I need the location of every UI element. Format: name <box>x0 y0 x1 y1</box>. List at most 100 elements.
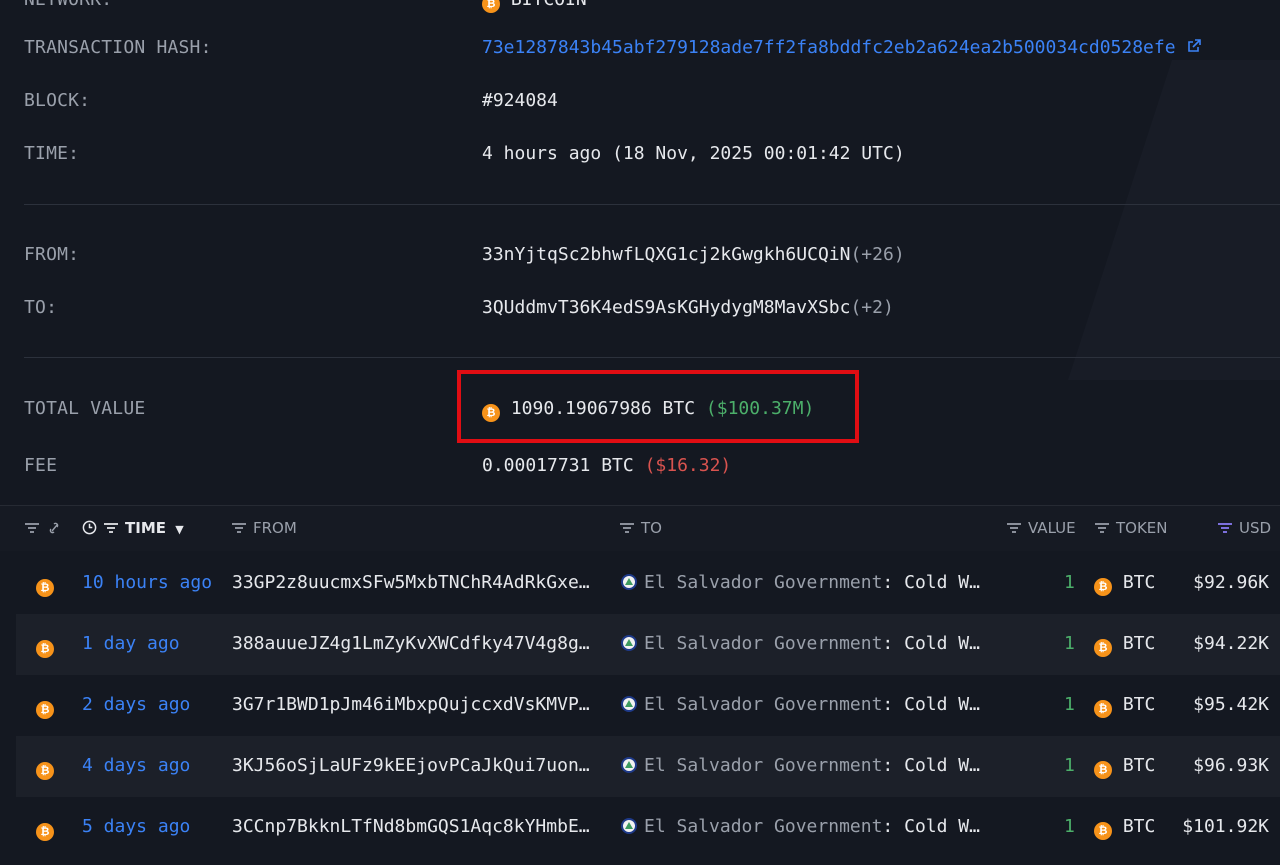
to-extra-count[interactable]: (+2) <box>850 297 893 318</box>
row-to[interactable]: El Salvador Government: Cold W… <box>620 754 980 778</box>
el-salvador-emblem-icon <box>621 574 637 590</box>
row-to[interactable]: El Salvador Government: Cold W… <box>620 571 980 595</box>
link-icon[interactable] <box>46 522 62 534</box>
external-link-icon[interactable] <box>1186 38 1202 54</box>
fee-usd: ($16.32) <box>644 455 732 476</box>
caret-down-icon[interactable]: ▼ <box>175 523 183 536</box>
row-usd: $92.96K <box>1193 572 1269 593</box>
bitcoin-icon: ₿ <box>36 694 54 719</box>
row-from-address[interactable]: 33GP2z8uucmxSFw5MxbTNChR4AdRkGxe… <box>232 571 590 595</box>
row-from-address[interactable]: 3KJ56oSjLaUFz9kEEjovPCaJkQui7uon… <box>232 754 590 778</box>
transaction-details: NETWORK: ₿ BITCOIN TRANSACTION HASH: 73e… <box>0 0 1280 505</box>
filter-icon[interactable] <box>1006 522 1022 534</box>
block-value[interactable]: #924084 <box>482 89 558 113</box>
table-row[interactable]: ₿ 5 days ago 3CCnp7BkknLTfNd8bmGQS1Aqc8kYH… <box>16 797 1280 858</box>
divider <box>24 204 1280 205</box>
row-to-separator: : <box>882 755 905 776</box>
bitcoin-icon: ₿ <box>36 572 54 597</box>
bitcoin-icon: ₿ <box>36 755 54 780</box>
time-row: TIME: 4 hours ago (18 Nov, 2025 00:01:42… <box>24 142 1280 166</box>
el-salvador-emblem-icon <box>621 818 637 834</box>
row-to[interactable]: El Salvador Government: Cold W… <box>620 815 980 839</box>
usd-column-header[interactable]: USD <box>1217 519 1271 537</box>
el-salvador-emblem-icon <box>621 757 637 773</box>
filter-icon[interactable] <box>24 522 40 534</box>
row-to-separator: : <box>882 816 905 837</box>
row-to-label: Cold W… <box>904 572 980 593</box>
transfers-table: TIME ▼ FROM TO VALUE TOKEN USD ₿ 10 hours… <box>0 505 1280 865</box>
table-row[interactable]: ₿ 1 day ago 388auueJZ4g1LmZyKvXWCdfky47V4g… <box>16 614 1280 675</box>
row-token[interactable]: ₿ BTC <box>1094 632 1155 657</box>
row-token[interactable]: ₿ BTC <box>1094 693 1155 718</box>
table-row[interactable]: ₿ 2 days ago 3G7r1BWD1pJm46iMbxpQujccxdVsK… <box>16 675 1280 736</box>
table-row[interactable]: ₿ 4 days ago 3KJ56oSjLaUFz9kEEjovPCaJkQui7… <box>16 736 1280 797</box>
row-usd: $101.92K <box>1182 816 1269 837</box>
network-label: NETWORK: <box>24 0 112 12</box>
row-time[interactable]: 10 hours ago <box>82 571 212 595</box>
tx-hash-value[interactable]: 73e1287843b45abf279128ade7ff2fa8bddfc2eb… <box>482 37 1176 58</box>
to-label: TO: <box>24 297 58 318</box>
from-row: FROM: 33nYjtqSc2bhwfLQXG1cj2kGwgkh6UCQiN… <box>24 243 1280 267</box>
row-from-address[interactable]: 388auueJZ4g1LmZyKvXWCdfky47V4g8g… <box>232 632 590 656</box>
filter-icon[interactable] <box>231 522 247 534</box>
row-time[interactable]: 1 day ago <box>82 632 180 656</box>
divider <box>24 357 1280 358</box>
el-salvador-emblem-icon <box>621 696 637 712</box>
to-address[interactable]: 3QUddmvT36K4edS9AsKGHydygM8MavXSbc <box>482 297 850 318</box>
table-row[interactable]: ₿ 10 hours ago 33GP2z8uucmxSFw5MxbTNChR4Ad… <box>16 553 1280 614</box>
time-label: TIME: <box>24 143 80 164</box>
link-filter-header[interactable] <box>24 519 68 537</box>
to-column-header[interactable]: TO <box>619 519 662 537</box>
filter-icon[interactable] <box>619 522 635 534</box>
bitcoin-icon: ₿ <box>482 0 500 13</box>
from-value: 33nYjtqSc2bhwfLQXG1cj2kGwgkh6UCQiN(+26) <box>482 243 905 267</box>
row-token-symbol: BTC <box>1122 694 1156 715</box>
row-token[interactable]: ₿ BTC <box>1094 571 1155 596</box>
bitcoin-icon: ₿ <box>36 816 54 841</box>
to-value: 3QUddmvT36K4edS9AsKGHydygM8MavXSbc(+2) <box>482 296 894 320</box>
fee-value: 0.00017731 BTC ($16.32) <box>482 454 731 478</box>
row-usd: $95.42K <box>1193 694 1269 715</box>
row-to-entity: El Salvador Government <box>644 694 883 715</box>
row-time[interactable]: 2 days ago <box>82 693 190 717</box>
block-row: BLOCK: #924084 <box>24 89 1280 113</box>
bitcoin-icon: ₿ <box>36 633 54 658</box>
row-from-address[interactable]: 3G7r1BWD1pJm46iMbxpQujccxdVsKMVP… <box>232 693 590 717</box>
filter-icon[interactable] <box>1217 522 1233 534</box>
value-header-label: VALUE <box>1028 519 1076 537</box>
time-column-header[interactable]: TIME ▼ <box>82 519 184 537</box>
highlight-box <box>457 370 859 443</box>
row-to-separator: : <box>882 694 905 715</box>
row-usd: $96.93K <box>1193 755 1269 776</box>
row-time[interactable]: 5 days ago <box>82 815 190 839</box>
row-to-label: Cold W… <box>904 633 980 654</box>
bitcoin-icon: ₿ <box>1094 761 1112 779</box>
fee-label: FEE <box>24 455 58 476</box>
row-usd: $94.22K <box>1193 633 1269 654</box>
fee-amount: 0.00017731 BTC <box>482 455 634 476</box>
tx-hash-link[interactable]: 73e1287843b45abf279128ade7ff2fa8bddfc2eb… <box>482 36 1202 60</box>
to-row: TO: 3QUddmvT36K4edS9AsKGHydygM8MavXSbc(+… <box>24 296 1280 320</box>
from-column-header[interactable]: FROM <box>231 519 297 537</box>
row-to-entity: El Salvador Government <box>644 572 883 593</box>
from-address[interactable]: 33nYjtqSc2bhwfLQXG1cj2kGwgkh6UCQiN <box>482 244 850 265</box>
row-from-address[interactable]: 3CCnp7BkknLTfNd8bmGQS1Aqc8kYHmbE… <box>232 815 590 839</box>
row-token[interactable]: ₿ BTC <box>1094 815 1155 840</box>
to-header-label: TO <box>641 519 662 537</box>
token-column-header[interactable]: TOKEN <box>1094 519 1168 537</box>
row-time[interactable]: 4 days ago <box>82 754 190 778</box>
bitcoin-icon: ₿ <box>1094 822 1112 840</box>
filter-icon[interactable] <box>103 522 119 534</box>
row-to[interactable]: El Salvador Government: Cold W… <box>620 693 980 717</box>
row-token-symbol: BTC <box>1122 572 1156 593</box>
usd-header-label: USD <box>1239 519 1272 537</box>
from-extra-count[interactable]: (+26) <box>850 244 904 265</box>
row-to-separator: : <box>882 633 905 654</box>
filter-icon[interactable] <box>1094 522 1110 534</box>
row-value: 1 <box>1064 572 1075 593</box>
tx-hash-row: TRANSACTION HASH: 73e1287843b45abf279128… <box>24 36 1280 60</box>
row-token[interactable]: ₿ BTC <box>1094 754 1155 779</box>
value-column-header[interactable]: VALUE <box>1006 519 1076 537</box>
row-to-entity: El Salvador Government <box>644 633 883 654</box>
row-to[interactable]: El Salvador Government: Cold W… <box>620 632 980 656</box>
